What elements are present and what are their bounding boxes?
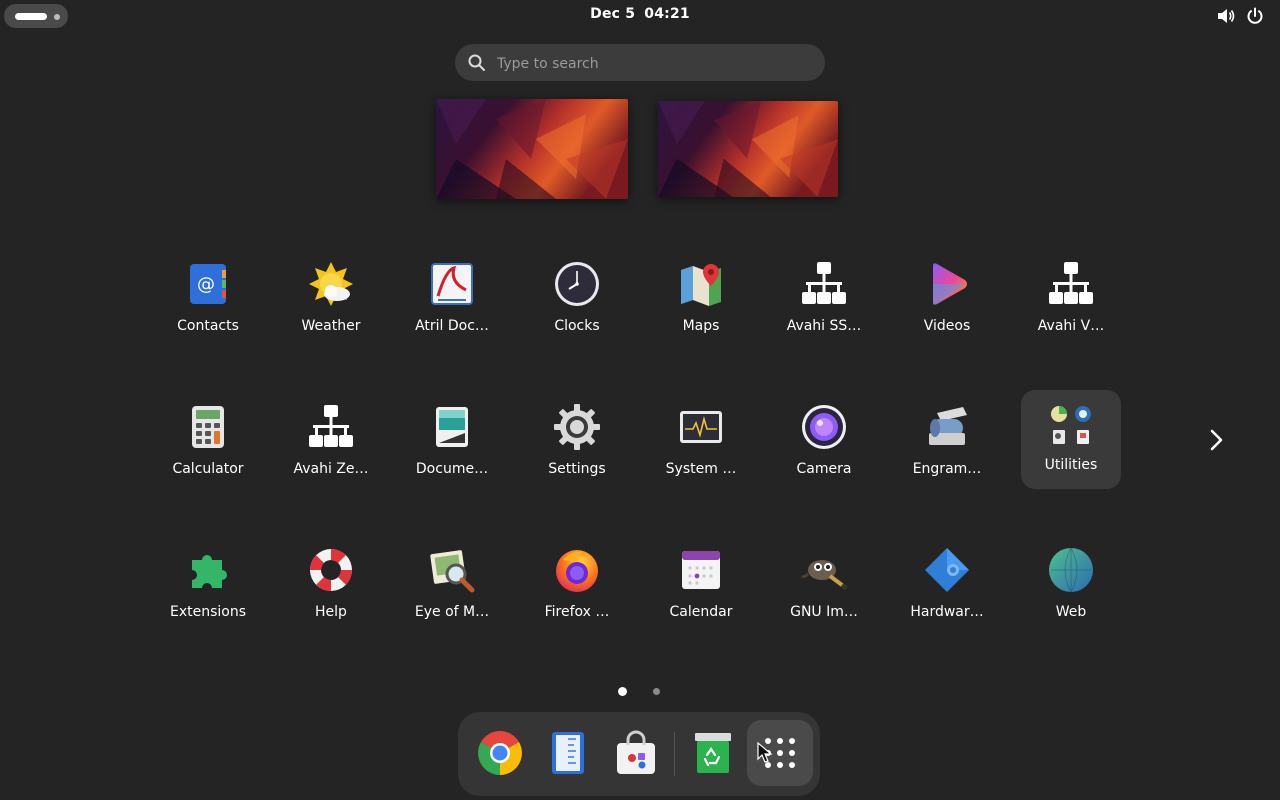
play-icon <box>933 263 967 305</box>
wallpaper-thumbnail <box>436 99 628 199</box>
app-label: Utilities <box>1044 457 1098 473</box>
text-editor-icon <box>552 732 584 774</box>
app-calendar[interactable]: Calendar <box>651 542 751 642</box>
app-label: Firefox … <box>544 604 610 620</box>
app-calculator[interactable]: Calculator <box>158 399 258 499</box>
app-avahi-vnc[interactable]: Avahi V… <box>1021 256 1121 356</box>
app-atril-document-viewer[interactable]: Atril Doc… <box>402 256 502 356</box>
app-label: System … <box>665 461 737 477</box>
app-label: Calculator <box>172 461 244 477</box>
document-scanner-icon <box>436 407 468 447</box>
gimp-icon <box>800 560 848 590</box>
clock-time: 04:21 <box>644 6 690 22</box>
app-system-monitor[interactable]: System … <box>651 399 751 499</box>
system-monitor-icon <box>680 411 722 443</box>
dock-text-editor[interactable] <box>535 720 601 786</box>
chevron-right-icon[interactable] <box>1203 426 1231 454</box>
app-document-scanner[interactable]: Docume… <box>402 399 502 499</box>
network-icon <box>1049 262 1093 304</box>
app-label: GNU Im… <box>790 604 858 620</box>
workspace-thumbnail-1[interactable] <box>436 99 628 199</box>
dock-chrome[interactable] <box>467 720 533 786</box>
app-gimp[interactable]: GNU Im… <box>774 542 874 642</box>
chrome-icon <box>478 731 522 775</box>
app-label: Weather <box>301 318 361 334</box>
search-input[interactable] <box>495 44 809 83</box>
app-weather[interactable]: Weather <box>281 256 381 356</box>
contacts-icon: @ <box>190 264 226 304</box>
app-contacts[interactable]: @ Contacts <box>158 256 258 356</box>
hardware-icon <box>925 548 969 592</box>
clock-icon <box>555 262 599 306</box>
app-extensions[interactable]: Extensions <box>158 542 258 642</box>
utilities-folder-icon <box>1051 406 1091 444</box>
clock-button[interactable]: Dec 5 04:21 <box>0 6 1280 22</box>
app-settings[interactable]: Settings <box>527 399 627 499</box>
app-videos[interactable]: Videos <box>897 256 997 356</box>
page-indicator-1[interactable] <box>618 687 627 696</box>
svg-text:@: @ <box>197 274 215 295</box>
shopping-bag-icon <box>617 730 655 774</box>
app-engrampa[interactable]: Engram… <box>897 399 997 499</box>
app-label: Avahi SS… <box>786 318 862 334</box>
gear-icon <box>554 404 600 450</box>
atril-icon <box>431 263 473 305</box>
globe-icon <box>1049 547 1093 593</box>
app-label: Contacts <box>177 318 239 334</box>
dock-trash[interactable] <box>680 720 746 786</box>
speaker-icon[interactable] <box>1216 6 1236 26</box>
app-avahi-zeroconf[interactable]: Avahi Ze… <box>281 399 381 499</box>
firefox-icon <box>556 550 598 592</box>
power-icon[interactable] <box>1245 6 1265 26</box>
network-icon <box>802 262 846 304</box>
app-label: Web <box>1055 604 1087 620</box>
app-hardware[interactable]: Hardwar… <box>897 542 997 642</box>
mouse-cursor-icon <box>757 742 773 763</box>
weather-icon <box>309 262 353 306</box>
archive-manager-icon <box>929 407 967 445</box>
folder-utilities[interactable]: Utilities <box>1021 390 1121 489</box>
network-icon <box>309 405 353 447</box>
puzzle-icon <box>192 554 227 588</box>
app-label: Camera <box>796 461 852 477</box>
app-help[interactable]: Help <box>281 542 381 642</box>
app-eye-of-mate[interactable]: Eye of M… <box>402 542 502 642</box>
app-label: Atril Doc… <box>415 318 489 334</box>
calendar-icon <box>682 551 720 589</box>
search-icon <box>468 54 485 71</box>
clock-date: Dec 5 <box>590 6 636 22</box>
calculator-icon <box>192 406 224 448</box>
app-label: Hardwar… <box>910 604 984 620</box>
app-label: Clocks <box>554 318 600 334</box>
image-viewer-icon <box>430 550 475 593</box>
maps-icon <box>681 264 721 306</box>
app-web[interactable]: Web <box>1021 542 1121 642</box>
app-label: Eye of M… <box>414 604 490 620</box>
app-label: Videos <box>923 318 971 334</box>
app-label: Avahi V… <box>1037 318 1105 334</box>
app-label: Settings <box>548 461 606 477</box>
app-clocks[interactable]: Clocks <box>527 256 627 356</box>
app-avahi-ssh[interactable]: Avahi SS… <box>774 256 874 356</box>
app-label: Engram… <box>912 461 982 477</box>
dock-separator <box>674 732 675 776</box>
app-label: Maps <box>682 318 720 334</box>
lifebuoy-icon <box>310 549 352 591</box>
app-maps[interactable]: Maps <box>651 256 751 356</box>
trash-icon <box>695 733 731 773</box>
app-label: Help <box>315 604 347 620</box>
app-camera[interactable]: Camera <box>774 399 874 499</box>
app-label: Calendar <box>669 604 733 620</box>
top-bar: Dec 5 04:21 <box>0 0 1280 32</box>
app-firefox[interactable]: Firefox … <box>527 542 627 642</box>
wallpaper-thumbnail <box>658 101 838 197</box>
app-label: Extensions <box>169 604 247 620</box>
app-label: Avahi Ze… <box>293 461 369 477</box>
workspace-thumbnail-2[interactable] <box>658 101 838 197</box>
page-indicator-2[interactable] <box>653 688 660 695</box>
camera-icon <box>802 405 846 449</box>
search-bar[interactable] <box>455 44 825 83</box>
app-label: Docume… <box>415 461 489 477</box>
dock-software[interactable] <box>603 720 669 786</box>
